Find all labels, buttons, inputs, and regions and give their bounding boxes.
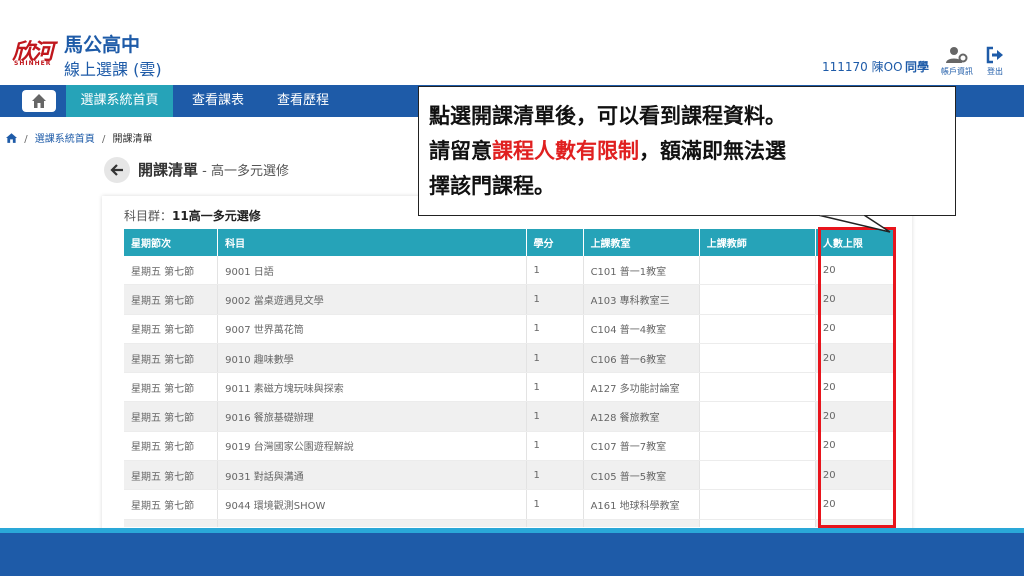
column-header-period[interactable]: 星期節次 xyxy=(124,229,219,256)
cell-teacher xyxy=(699,343,816,374)
table-row[interactable]: 星期五 第七節 9044 環境觀測SHOW 1 A161 地球科學教室 20 xyxy=(124,489,895,520)
table-row[interactable]: 星期五 第七節 9019 台灣國家公園遊程解說 1 C107 普一7教室 20 xyxy=(124,431,895,462)
cell-credits: 1 xyxy=(526,372,584,403)
cell-classroom: A103 專科教室三 xyxy=(583,284,700,315)
column-header-credits[interactable]: 學分 xyxy=(526,229,584,256)
cell-subject: 9019 台灣國家公園遊程解說 xyxy=(217,431,527,462)
cell-credits: 1 xyxy=(526,519,584,527)
cell-classroom: A161 地球科學教室 xyxy=(583,489,700,520)
cell-classroom: C105 普一5教室 xyxy=(583,460,700,491)
cell-credits: 1 xyxy=(526,401,584,432)
cell-period: 星期五 第七節 xyxy=(124,343,219,374)
footer-bar xyxy=(0,528,1024,576)
cell-period: 星期五 第七節 xyxy=(124,256,219,286)
capacity-highlight-box xyxy=(818,227,896,528)
table-row[interactable]: 星期五 第七節 9007 世界萬花筒 1 C104 普一4教室 20 xyxy=(124,314,895,344)
column-header-subject[interactable]: 科目 xyxy=(217,229,527,256)
callout-highlight: 課程人數有限制 xyxy=(492,139,639,163)
table-row[interactable]: 星期五 第七節 9010 趣味數學 1 C106 普一6教室 20 xyxy=(124,343,895,374)
cell-period: 星期五 第七節 xyxy=(124,460,219,491)
footer-accent xyxy=(0,528,1024,533)
table-row[interactable]: 星期五 第七節9046 休旅活動場1A202 文昌廣場20 xyxy=(124,519,895,527)
cell-teacher xyxy=(699,519,816,527)
cell-classroom: C104 普一4教室 xyxy=(583,314,700,344)
callout-text: 點選開課清單後，可以看到課程資料。 請留意課程人數有限制，額滿即無法選 擇該門課… xyxy=(429,99,949,204)
callout-line-1: 點選開課清單後，可以看到課程資料。 xyxy=(429,104,786,128)
table-row[interactable]: 星期五 第七節 9002 當桌遊遇見文學 1 A103 專科教室三 20 xyxy=(124,284,895,315)
cell-period: 星期五 第七節 xyxy=(124,401,219,432)
cell-classroom: C107 普一7教室 xyxy=(583,431,700,462)
callout-line-2-prefix: 請留意 xyxy=(429,139,492,163)
column-header-classroom[interactable]: 上課教室 xyxy=(583,229,700,256)
cell-classroom: C106 普一6教室 xyxy=(583,343,700,374)
cell-subject: 9046 休旅活動場 xyxy=(217,519,527,527)
cell-credits: 1 xyxy=(526,489,584,520)
cell-classroom: A127 多功能討論室 xyxy=(583,372,700,403)
cell-subject: 9031 對話與溝通 xyxy=(217,460,527,491)
cell-teacher xyxy=(699,372,816,403)
table-header-row: 星期節次 科目 學分 上課教室 上課教師 人數上限 xyxy=(124,229,895,256)
cell-subject: 9011 素磁方塊玩味與探索 xyxy=(217,372,527,403)
cell-teacher xyxy=(699,256,816,286)
cell-teacher xyxy=(699,460,816,491)
cell-subject: 9007 世界萬花筒 xyxy=(217,314,527,344)
cell-credits: 1 xyxy=(526,284,584,315)
cell-subject: 9002 當桌遊遇見文學 xyxy=(217,284,527,315)
table-row[interactable]: 星期五 第七節 9011 素磁方塊玩味與探索 1 A127 多功能討論室 20 xyxy=(124,372,895,403)
cell-credits: 1 xyxy=(526,460,584,491)
cell-teacher xyxy=(699,284,816,315)
cell-teacher xyxy=(699,431,816,462)
cell-credits: 1 xyxy=(526,343,584,374)
cell-period: 星期五 第七節 xyxy=(124,314,219,344)
table-row[interactable]: 星期五 第七節 9016 餐旅基礎辦理 1 A128 餐旅教室 20 xyxy=(124,401,895,432)
instruction-callout: 點選開課清單後，可以看到課程資料。 請留意課程人數有限制，額滿即無法選 擇該門課… xyxy=(418,86,956,216)
course-table-body: 星期五 第七節 9001 日語 1 C101 普一1教室 20 星期五 第七節 9002 當… xyxy=(124,256,895,527)
cell-teacher xyxy=(699,489,816,520)
cell-subject: 9016 餐旅基礎辦理 xyxy=(217,401,527,432)
table-row[interactable]: 星期五 第七節 9031 對話與溝通 1 C105 普一5教室 20 xyxy=(124,460,895,491)
cell-period: 星期五 第七節 xyxy=(124,519,219,527)
cell-period: 星期五 第七節 xyxy=(124,489,219,520)
table-row[interactable]: 星期五 第七節 9001 日語 1 C101 普一1教室 20 xyxy=(124,256,895,286)
cell-classroom: A128 餐旅教室 xyxy=(583,401,700,432)
cell-period: 星期五 第七節 xyxy=(124,372,219,403)
cell-period: 星期五 第七節 xyxy=(124,284,219,315)
cell-period: 星期五 第七節 xyxy=(124,431,219,462)
cell-teacher xyxy=(699,401,816,432)
cell-credits: 1 xyxy=(526,314,584,344)
column-header-teacher[interactable]: 上課教師 xyxy=(699,229,816,256)
cell-subject: 9010 趣味數學 xyxy=(217,343,527,374)
cell-classroom: C101 普一1教室 xyxy=(583,256,700,286)
cell-subject: 9044 環境觀測SHOW xyxy=(217,489,527,520)
cell-classroom: A202 文昌廣場 xyxy=(583,519,700,527)
cell-credits: 1 xyxy=(526,256,584,286)
cell-subject: 9001 日語 xyxy=(217,256,527,286)
cell-teacher xyxy=(699,314,816,344)
cell-credits: 1 xyxy=(526,431,584,462)
callout-line-2-suffix: ，額滿即無法選 xyxy=(639,139,786,163)
callout-line-3: 擇該門課程。 xyxy=(429,174,555,198)
course-table: 星期節次 科目 學分 上課教室 上課教師 人數上限 星期五 第七節 9001 日語… xyxy=(124,229,895,527)
